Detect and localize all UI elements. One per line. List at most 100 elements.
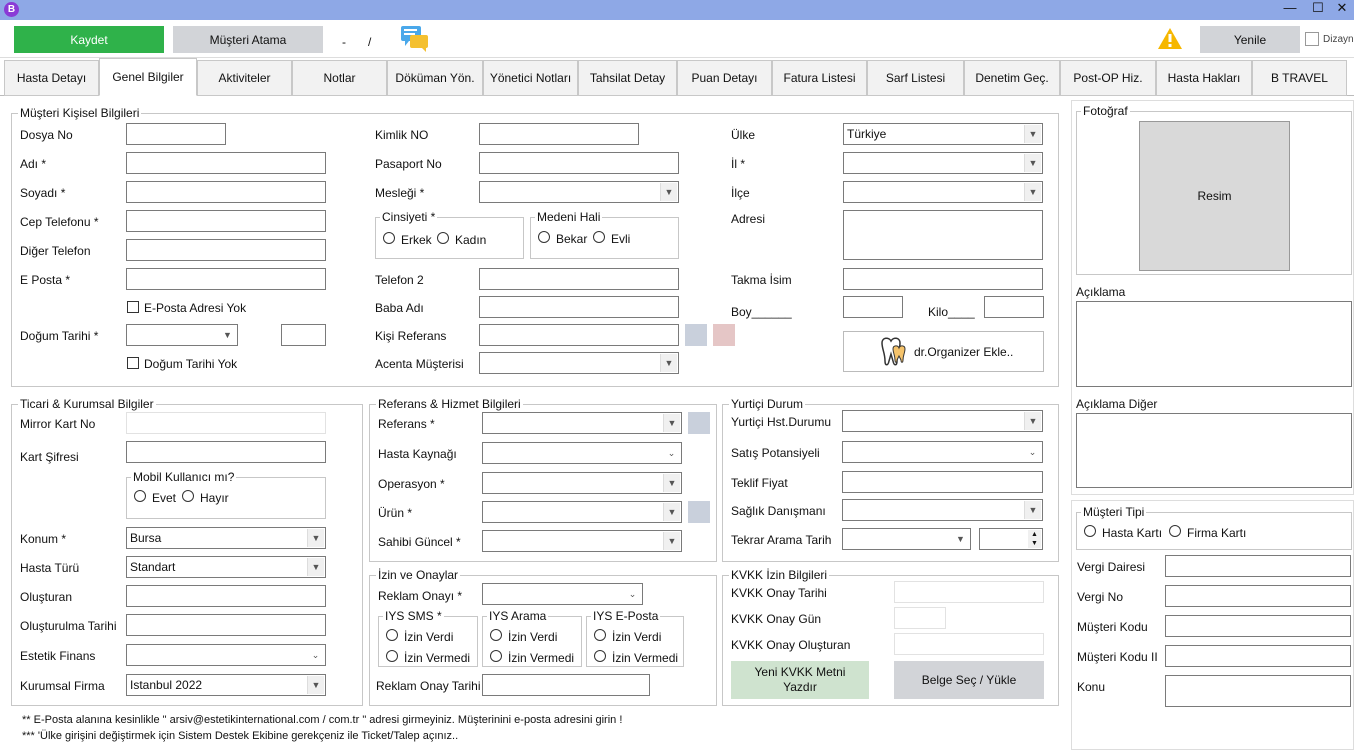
tab-hasta-haklari[interactable]: Hasta Hakları (1156, 60, 1252, 96)
kvkk-print-button[interactable]: Yeni KVKK Metni Yazdır (731, 661, 869, 699)
kvkk-day-input[interactable] (894, 607, 946, 629)
domestic-status-select[interactable]: ▼ (842, 410, 1043, 432)
male-radio[interactable] (383, 232, 395, 244)
kvkk-date-input[interactable] (894, 581, 1044, 603)
offer-input[interactable] (842, 471, 1043, 493)
ref-person-search-button[interactable] (685, 324, 707, 346)
desc-input[interactable] (1076, 301, 1352, 387)
tab-notlar[interactable]: Notlar (292, 60, 387, 96)
height-input[interactable] (843, 296, 903, 318)
kvkk-upload-button[interactable]: Belge Seç / Yükle (894, 661, 1044, 699)
no-birth-checkbox[interactable] (127, 357, 139, 369)
no-email-checkbox[interactable] (127, 301, 139, 313)
desc2-input[interactable] (1076, 413, 1352, 488)
mobile-yes-radio[interactable] (134, 490, 146, 502)
tab-sarf[interactable]: Sarf Listesi (867, 60, 964, 96)
creator-input[interactable] (126, 585, 326, 607)
tab-fatura[interactable]: Fatura Listesi (772, 60, 867, 96)
email-input[interactable] (126, 268, 326, 290)
card-pw-input[interactable] (126, 441, 326, 463)
agency-select[interactable]: ▼ (479, 352, 679, 374)
job-select[interactable]: ▼ (479, 181, 679, 203)
tax-office-input[interactable] (1165, 555, 1351, 577)
assign-customer-button[interactable]: Müşteri Atama (173, 26, 323, 53)
ad-consent-select[interactable]: ⌄ (482, 583, 643, 605)
no-email-label: E-Posta Adresi Yok (144, 301, 247, 315)
mobile-input[interactable] (126, 210, 326, 232)
tab-dokuman[interactable]: Döküman Yön. (387, 60, 483, 96)
mail-denied-radio[interactable] (594, 650, 606, 662)
passport-input[interactable] (479, 152, 679, 174)
company-select[interactable]: Istanbul 2022 ▼ (126, 674, 326, 696)
other-phone-input[interactable] (126, 239, 326, 261)
tab-genel-bilgiler[interactable]: Genel Bilgiler (99, 58, 197, 96)
tab-yonetici-notlari[interactable]: Yönetici Notları (483, 60, 578, 96)
cust-code2-input[interactable] (1165, 645, 1351, 667)
source-select[interactable]: ⌄ (482, 442, 682, 464)
reference-add-button[interactable] (688, 412, 710, 434)
save-button[interactable]: Kaydet (14, 26, 164, 53)
minimize-button[interactable]: — (1276, 0, 1304, 18)
consultant-select[interactable]: ▼ (842, 499, 1043, 521)
single-radio[interactable] (538, 231, 550, 243)
recall-date-picker[interactable]: ▼ (842, 528, 971, 550)
file-no-input[interactable] (126, 123, 226, 145)
cust-code-input[interactable] (1165, 615, 1351, 637)
design-checkbox[interactable] (1305, 32, 1319, 46)
weight-input[interactable] (984, 296, 1044, 318)
photo-box[interactable]: Resim (1139, 121, 1290, 271)
father-input[interactable] (479, 296, 679, 318)
female-radio[interactable] (437, 232, 449, 244)
call-denied-radio[interactable] (490, 650, 502, 662)
recall-time-input[interactable]: ▲ ▼ (979, 528, 1043, 550)
location-select[interactable]: Bursa ▼ (126, 527, 326, 549)
tab-puan[interactable]: Puan Detayı (677, 60, 772, 96)
ref-person-input[interactable] (479, 324, 679, 346)
patient-type-select[interactable]: Standart ▼ (126, 556, 326, 578)
reference-select[interactable]: ▼ (482, 412, 682, 434)
organizer-button[interactable]: dr.Organizer Ekle.. (843, 331, 1044, 372)
city-select[interactable]: ▼ (843, 152, 1043, 174)
name-input[interactable] (126, 152, 326, 174)
created-date-input[interactable] (126, 614, 326, 636)
tab-aktiviteler[interactable]: Aktiviteler (197, 60, 292, 96)
country-select[interactable]: Türkiye ▼ (843, 123, 1043, 145)
company-card-radio[interactable] (1169, 525, 1181, 537)
spinner-icon[interactable]: ▲ ▼ (1028, 530, 1041, 548)
patient-card-radio[interactable] (1084, 525, 1096, 537)
product-add-button[interactable] (688, 501, 710, 523)
owner-select[interactable]: ▼ (482, 530, 682, 552)
tab-denetim[interactable]: Denetim Geç. (964, 60, 1060, 96)
tab-hasta-detayi[interactable]: Hasta Detayı (4, 60, 99, 96)
call-granted-radio[interactable] (490, 629, 502, 641)
nickname-input[interactable] (843, 268, 1043, 290)
tab-b-travel[interactable]: B TRAVEL (1252, 60, 1347, 96)
product-select[interactable]: ▼ (482, 501, 682, 523)
phone2-input[interactable] (479, 268, 679, 290)
district-select[interactable]: ▼ (843, 181, 1043, 203)
potential-select[interactable]: ⌄ (842, 441, 1043, 463)
tab-tahsilat[interactable]: Tahsilat Detay (578, 60, 677, 96)
kvkk-creator-input[interactable] (894, 633, 1044, 655)
refresh-button[interactable]: Yenile (1200, 26, 1300, 53)
tax-no-input[interactable] (1165, 585, 1351, 607)
operation-select[interactable]: ▼ (482, 472, 682, 494)
address-input[interactable] (843, 210, 1043, 260)
sms-denied-radio[interactable] (386, 650, 398, 662)
close-button[interactable]: ✕ (1328, 0, 1354, 18)
ref-person-clear-button[interactable] (713, 324, 735, 346)
subject-input[interactable] (1165, 675, 1351, 707)
tab-post-op[interactable]: Post-OP Hiz. (1060, 60, 1156, 96)
ad-date-input[interactable] (482, 674, 650, 696)
sms-granted-radio[interactable] (386, 629, 398, 641)
birth-date-picker[interactable]: ▼ (126, 324, 238, 346)
finance-select[interactable]: ⌄ (126, 644, 326, 666)
mobile-no-radio[interactable] (182, 490, 194, 502)
birth-time-input[interactable] (281, 324, 326, 346)
surname-input[interactable] (126, 181, 326, 203)
mail-granted-radio[interactable] (594, 629, 606, 641)
id-no-input[interactable] (479, 123, 639, 145)
mirror-input[interactable] (126, 412, 326, 434)
married-radio[interactable] (593, 231, 605, 243)
chat-icon[interactable] (400, 25, 430, 53)
